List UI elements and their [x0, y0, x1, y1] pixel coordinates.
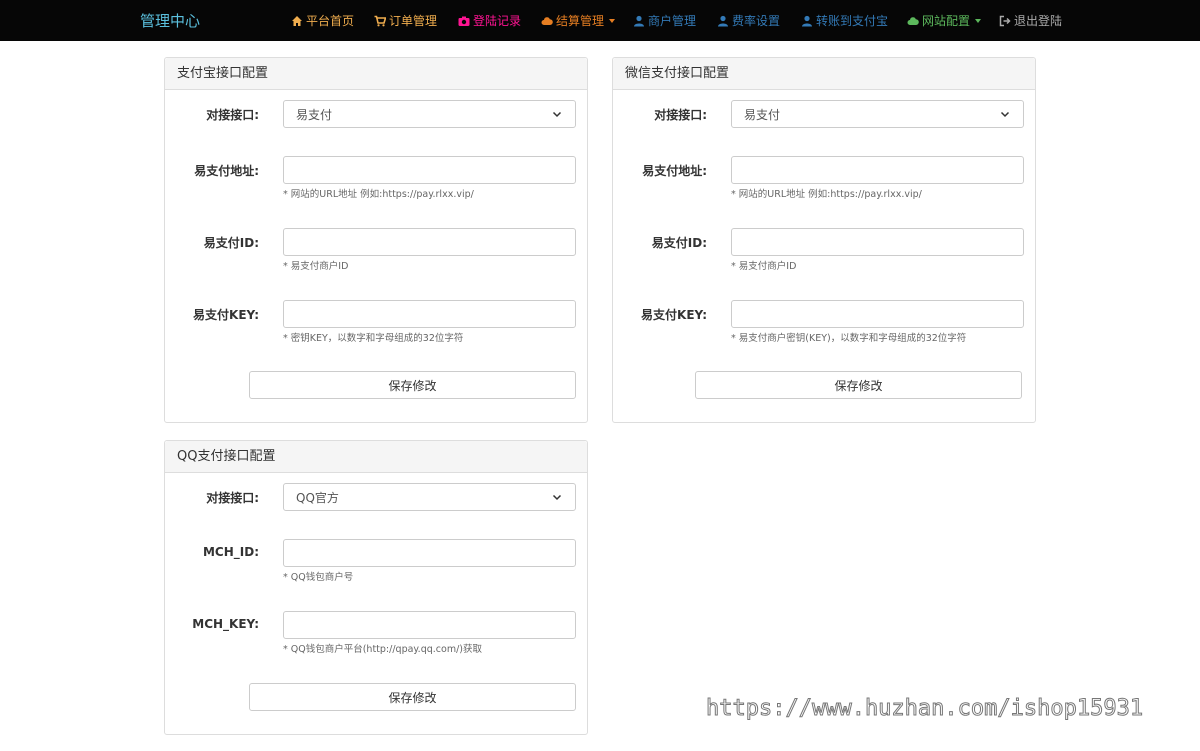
- url-help-text: * 网站的URL地址 例如:https://pay.rlxx.vip/: [283, 189, 474, 200]
- url-label: 易支付地址:: [642, 164, 707, 178]
- user-icon: [718, 15, 728, 26]
- qq-mchkey-input[interactable]: [283, 611, 576, 639]
- home-icon: [292, 15, 302, 26]
- cart-icon: [374, 15, 386, 26]
- wechat-interface-select[interactable]: 易支付: [731, 100, 1024, 128]
- alipay-config-panel: 支付宝接口配置 对接接口: 易支付 易支付地址: * 网站的URL地址 例如:h…: [164, 57, 588, 423]
- user-icon: [802, 15, 812, 26]
- url-help-text: * 网站的URL地址 例如:https://pay.rlxx.vip/: [731, 189, 922, 200]
- key-label: 易支付KEY:: [193, 308, 259, 322]
- key-label: 易支付KEY:: [641, 308, 707, 322]
- mchid-help-text: * QQ钱包商户号: [283, 572, 354, 583]
- caret-down-icon: [609, 18, 616, 23]
- nav-item-label: 订单管理: [389, 14, 438, 28]
- wechat-key-input[interactable]: [731, 300, 1024, 328]
- wechat-url-input[interactable]: [731, 156, 1024, 184]
- brand-title[interactable]: 管理中心: [140, 10, 200, 31]
- select-value: QQ官方: [296, 490, 339, 505]
- nav-item-label: 网站配置: [922, 14, 971, 28]
- wechat-config-panel: 微信支付接口配置 对接接口: 易支付 易支付地址: * 网站的URL地址 例如:…: [612, 57, 1036, 423]
- caret-down-icon: [975, 18, 982, 23]
- alipay-interface-select[interactable]: 易支付: [283, 100, 576, 128]
- alipay-id-input[interactable]: [283, 228, 576, 256]
- nav-item-site-config[interactable]: 网站配置: [907, 12, 982, 29]
- nav-item-orders[interactable]: 订单管理: [374, 12, 437, 29]
- nav-item-label: 平台首页: [306, 14, 355, 28]
- nav-item-settlement[interactable]: 结算管理: [541, 12, 616, 29]
- cloud-icon: [541, 16, 553, 25]
- nav-item-logout[interactable]: 退出登陆: [999, 12, 1062, 29]
- nav-item-rates[interactable]: 费率设置: [717, 12, 780, 29]
- nav-item-label: 退出登陆: [1014, 14, 1063, 28]
- panel-title: QQ支付接口配置: [165, 441, 587, 473]
- chevron-down-icon: [1000, 111, 1010, 118]
- nav-item-label: 商户管理: [648, 14, 697, 28]
- key-help-text: * 易支付商户密钥(KEY)，以数字和字母组成的32位字符: [731, 333, 967, 344]
- alipay-save-button[interactable]: 保存修改: [249, 371, 576, 399]
- alipay-url-input[interactable]: [283, 156, 576, 184]
- qq-mchid-input[interactable]: [283, 539, 576, 567]
- camera-icon: [458, 16, 470, 26]
- select-value: 易支付: [744, 107, 781, 122]
- chevron-down-icon: [552, 494, 562, 501]
- nav-item-label: 转账到支付宝: [816, 14, 889, 28]
- id-help-text: * 易支付商户ID: [283, 261, 349, 272]
- qq-save-button[interactable]: 保存修改: [249, 683, 576, 711]
- alipay-key-input[interactable]: [283, 300, 576, 328]
- nav-item-label: 费率设置: [732, 14, 781, 28]
- interface-label: 对接接口:: [206, 108, 259, 122]
- id-label: 易支付ID:: [203, 236, 259, 250]
- panel-title: 微信支付接口配置: [613, 58, 1035, 90]
- logout-icon: [999, 15, 1011, 26]
- nav-item-label: 结算管理: [556, 14, 605, 28]
- nav-item-transfer-alipay[interactable]: 转账到支付宝: [801, 12, 888, 29]
- id-label: 易支付ID:: [651, 236, 707, 250]
- panel-title: 支付宝接口配置: [165, 58, 587, 90]
- interface-label: 对接接口:: [206, 491, 259, 505]
- wechat-id-input[interactable]: [731, 228, 1024, 256]
- url-label: 易支付地址:: [194, 164, 259, 178]
- chevron-down-icon: [552, 111, 562, 118]
- top-navbar: 管理中心 平台首页 订单管理 登陆记录 结算管理 商户管理 费率设置 转账到支付…: [0, 0, 1200, 41]
- watermark-text: https://www.huzhan.com/ishop15931: [705, 696, 1144, 722]
- nav-item-label: 登陆记录: [473, 14, 522, 28]
- key-help-text: * 密钥KEY，以数字和字母组成的32位字符: [283, 333, 464, 344]
- mchid-label: MCH_ID:: [202, 545, 259, 559]
- nav-item-home[interactable]: 平台首页: [291, 12, 354, 29]
- qq-config-panel: QQ支付接口配置 对接接口: QQ官方 MCH_ID: * QQ钱包商户号 MC…: [164, 440, 588, 735]
- user-icon: [634, 15, 644, 26]
- select-value: 易支付: [296, 107, 333, 122]
- qq-interface-select[interactable]: QQ官方: [283, 483, 576, 511]
- interface-label: 对接接口:: [654, 108, 707, 122]
- mchkey-label: MCH_KEY:: [192, 617, 259, 631]
- id-help-text: * 易支付商户ID: [731, 261, 797, 272]
- wechat-save-button[interactable]: 保存修改: [695, 371, 1022, 399]
- nav-item-merchants[interactable]: 商户管理: [633, 12, 696, 29]
- cloud-icon: [907, 16, 919, 25]
- nav-item-login-records[interactable]: 登陆记录: [458, 12, 521, 29]
- mchkey-help-text: * QQ钱包商户平台(http://qpay.qq.com/)获取: [283, 644, 482, 655]
